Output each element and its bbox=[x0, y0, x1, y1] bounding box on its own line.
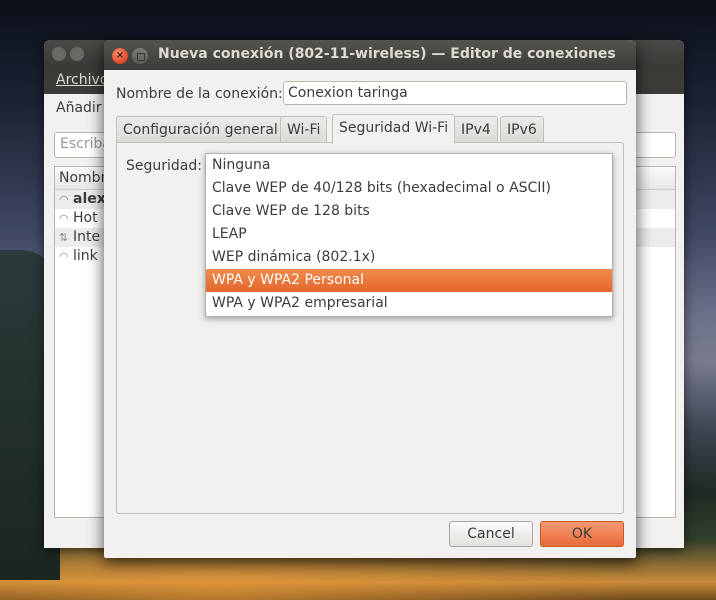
dialog-title: Nueva conexión (802-11-wireless) — Edito… bbox=[158, 46, 616, 62]
security-option-leap[interactable]: LEAP bbox=[206, 223, 612, 246]
wifi-icon: ◠ bbox=[59, 193, 69, 206]
security-option-none[interactable]: Ninguna bbox=[206, 154, 612, 177]
tab-general[interactable]: Configuración general bbox=[116, 116, 285, 143]
tab-ipv4[interactable]: IPv4 bbox=[454, 116, 498, 143]
security-option-wpa-personal[interactable]: WPA y WPA2 Personal bbox=[206, 269, 612, 292]
connection-name-label: Nombre de la conexión: bbox=[116, 86, 283, 102]
security-label: Seguridad: bbox=[126, 158, 202, 174]
add-connection-button[interactable]: Añadir bbox=[56, 100, 102, 116]
connection-name-field[interactable]: Conexion taringa bbox=[283, 81, 627, 105]
connection-editor-dialog: × Nueva conexión (802-11-wireless) — Edi… bbox=[104, 40, 636, 558]
ok-button[interactable]: OK bbox=[540, 521, 624, 547]
background-minimize-icon[interactable] bbox=[70, 47, 84, 61]
ethernet-icon: ⇅ bbox=[59, 231, 69, 244]
security-option-wep-128[interactable]: Clave WEP de 128 bits bbox=[206, 200, 612, 223]
security-option-dynamic-wep[interactable]: WEP dinámica (802.1x) bbox=[206, 246, 612, 269]
list-item-label: alex bbox=[73, 191, 106, 207]
list-item-label: link bbox=[73, 248, 98, 264]
security-dropdown-menu[interactable]: Ninguna Clave WEP de 40/128 bits (hexade… bbox=[205, 153, 613, 317]
security-option-wep-40-128[interactable]: Clave WEP de 40/128 bits (hexadecimal o … bbox=[206, 177, 612, 200]
cancel-button[interactable]: Cancel bbox=[449, 521, 533, 547]
dialog-titlebar[interactable]: × Nueva conexión (802-11-wireless) — Edi… bbox=[104, 40, 636, 70]
wifi-icon: ◠ bbox=[59, 250, 69, 263]
tab-ipv6[interactable]: IPv6 bbox=[500, 116, 544, 143]
close-icon[interactable]: × bbox=[112, 48, 128, 64]
tab-wifi-security[interactable]: Seguridad Wi-Fi bbox=[332, 114, 456, 144]
menu-archivo[interactable]: Archivo bbox=[56, 72, 108, 88]
wifi-icon: ◠ bbox=[59, 212, 69, 225]
list-item-label: Hot bbox=[73, 210, 98, 226]
background-close-icon[interactable] bbox=[52, 47, 66, 61]
list-item-label: Inte bbox=[73, 229, 101, 245]
minimize-icon[interactable] bbox=[132, 48, 148, 64]
security-option-wpa-enterprise[interactable]: WPA y WPA2 empresarial bbox=[206, 292, 612, 315]
tab-wifi[interactable]: Wi-Fi bbox=[280, 116, 328, 143]
